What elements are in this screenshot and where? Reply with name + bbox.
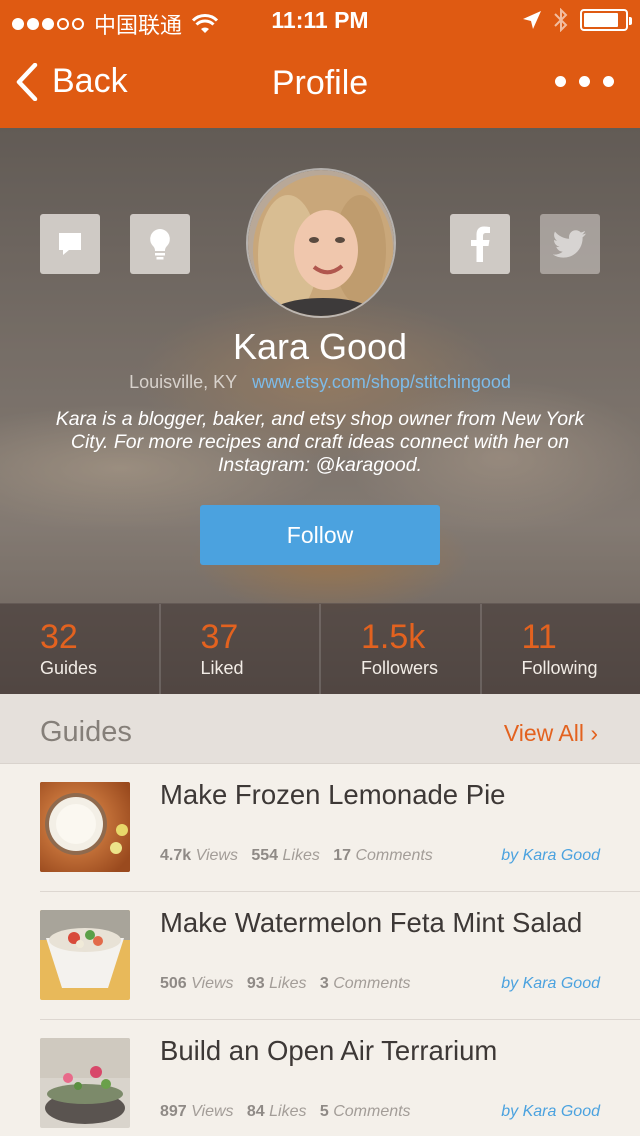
guide-thumbnail — [40, 782, 130, 872]
guide-views-count: 897 — [160, 1103, 187, 1120]
profile-meta: Louisville, KY www.etsy.com/shop/stitchi… — [0, 372, 640, 393]
facebook-button[interactable] — [450, 214, 510, 274]
battery-level — [584, 13, 618, 27]
stat-label: Following — [521, 658, 598, 678]
guide-author-link[interactable]: by Kara Good — [501, 1103, 600, 1121]
guide-likes-count: 554 — [251, 847, 279, 864]
guide-title: Make Watermelon Feta Mint Salad — [160, 907, 583, 938]
ideas-button[interactable] — [130, 214, 190, 274]
guide-stats: 4.7k Views 554 Likes 17 Comments — [160, 847, 433, 865]
guide-likes-count: 93 — [246, 975, 265, 992]
guide-views-count: 506 — [160, 975, 187, 992]
guides-title: Guides — [40, 716, 132, 748]
comments-word: Comments — [355, 847, 433, 864]
guide-thumbnail — [40, 910, 130, 1000]
avatar — [246, 168, 396, 318]
stat-following[interactable]: 11 Following — [479, 604, 640, 694]
comments-word: Comments — [333, 1103, 411, 1120]
guide-comments-count: 17 — [333, 847, 351, 864]
profile-stats: 32 Guides 37 Liked 1.5k Followers 11 Fol… — [0, 603, 640, 694]
profile-website-link[interactable]: www.etsy.com/shop/stitchingood — [252, 372, 511, 392]
status-right — [522, 8, 632, 32]
view-all-link[interactable]: View All › — [504, 720, 598, 747]
twitter-icon — [553, 230, 586, 258]
likes-word: Likes — [269, 975, 307, 992]
guide-stats: 897 Views 84 Likes 5 Comments — [160, 1103, 411, 1121]
status-bar: 中国联通 11:11 PM — [0, 0, 640, 40]
follow-button[interactable]: Follow — [200, 505, 440, 565]
stat-guides[interactable]: 32 Guides — [0, 604, 159, 694]
avatar-photo — [248, 170, 394, 316]
guide-comments-count: 3 — [319, 975, 329, 992]
guide-list-item[interactable]: Make Watermelon Feta Mint Salad 506 View… — [40, 892, 612, 1020]
guide-views-count: 4.7k — [160, 847, 192, 864]
guide-list-item[interactable]: Build an Open Air Terrarium 897 Views 84… — [40, 1020, 612, 1136]
guide-thumbnail — [40, 1038, 130, 1128]
profile-name: Kara Good — [232, 326, 408, 367]
guide-likes-count: 84 — [246, 1103, 265, 1120]
lightbulb-icon — [150, 229, 170, 260]
speech-bubble-icon — [59, 233, 81, 255]
more-dot — [579, 76, 590, 87]
guide-list-item[interactable]: Make Frozen Lemonade Pie 4.7k Views 554 … — [40, 764, 612, 892]
likes-word: Likes — [282, 847, 320, 864]
comments-word: Comments — [333, 975, 411, 992]
bluetooth-icon — [554, 8, 568, 32]
page-title: Profile — [271, 64, 369, 102]
guide-stats: 506 Views 93 Likes 3 Comments — [160, 975, 411, 993]
navigation-bar: Back Profile — [0, 40, 640, 128]
stat-value: 32 — [40, 618, 78, 656]
stat-value: 1.5k — [361, 618, 426, 656]
more-dot — [603, 76, 614, 87]
battery-icon — [580, 9, 632, 31]
stat-label: Liked — [200, 658, 244, 678]
guides-section-header: Guides View All › — [0, 694, 640, 764]
views-word: Views — [195, 847, 238, 864]
more-options-icon[interactable] — [555, 76, 614, 87]
message-button[interactable] — [40, 214, 100, 274]
facebook-icon — [471, 226, 490, 262]
stat-value: 37 — [200, 618, 239, 656]
profile-location: Louisville, KY — [129, 372, 238, 392]
stat-label: Followers — [361, 658, 439, 678]
location-arrow-icon — [523, 11, 541, 29]
guide-author-link[interactable]: by Kara Good — [501, 975, 600, 993]
guide-title: Make Frozen Lemonade Pie — [160, 779, 506, 810]
stat-label: Guides — [40, 658, 98, 678]
guide-author-link[interactable]: by Kara Good — [501, 847, 600, 865]
twitter-button[interactable] — [540, 214, 600, 274]
profile-bio: Kara is a blogger, baker, and etsy shop … — [55, 408, 585, 476]
stat-liked[interactable]: 37 Liked — [158, 604, 320, 694]
profile-header: Kara Good Louisville, KY www.etsy.com/sh… — [0, 128, 640, 694]
more-dot — [555, 76, 566, 87]
guide-title: Build an Open Air Terrarium — [160, 1035, 498, 1066]
app-header: 中国联通 11:11 PM Back Profile — [0, 0, 640, 128]
likes-word: Likes — [269, 1103, 307, 1120]
guide-comments-count: 5 — [319, 1103, 329, 1120]
stat-followers[interactable]: 1.5k Followers — [319, 604, 480, 694]
views-word: Views — [191, 1103, 234, 1120]
stat-value: 11 — [521, 618, 557, 656]
views-word: Views — [191, 975, 234, 992]
